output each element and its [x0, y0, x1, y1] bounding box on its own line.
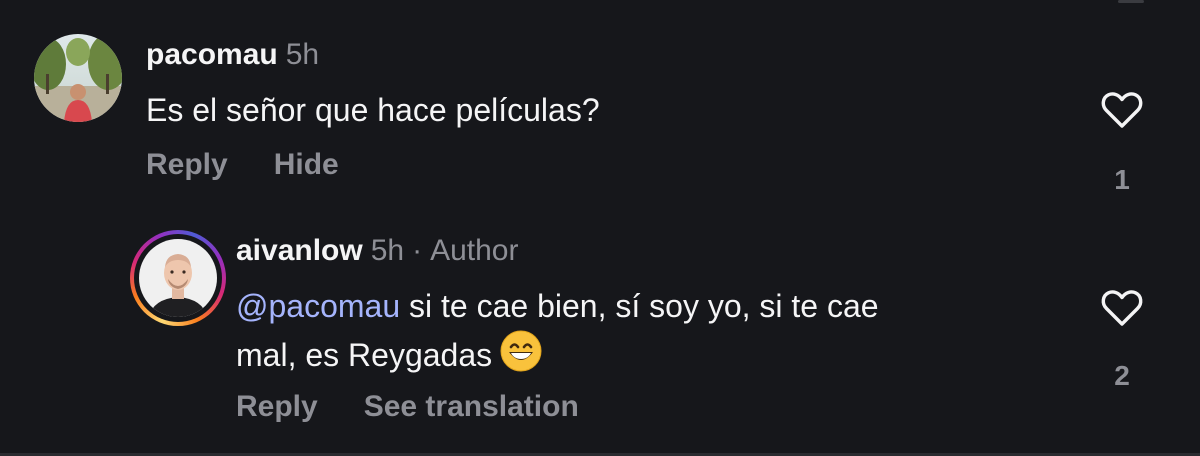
avatar[interactable] [139, 239, 217, 317]
grinning-face-emoji-icon [500, 330, 542, 385]
username-text[interactable]: aivanlow [236, 234, 363, 267]
reply-text-line: mal, es Reygadas [236, 330, 879, 385]
reply-button[interactable]: Reply [236, 390, 318, 424]
like-count: 2 [1114, 360, 1130, 391]
comment-actions: Reply Hide [146, 148, 385, 182]
avatar-photo [139, 239, 217, 317]
reply-text-part: si te cae bien, sí soy yo, si te cae [400, 288, 879, 324]
heart-icon [1101, 92, 1143, 128]
comment-timestamp: 5h [285, 38, 320, 71]
see-translation-button[interactable]: See translation [364, 390, 579, 424]
reply-username[interactable]: aivanlow 5h · Author [236, 234, 518, 268]
comment-item: pacomau 5h Es el señor que hace películas… [0, 0, 1200, 200]
like-button[interactable] [1100, 90, 1144, 130]
heart-icon [1101, 290, 1143, 326]
avatar[interactable] [34, 34, 122, 122]
reply-actions: Reply See translation [236, 390, 625, 424]
meta-separator: · [412, 234, 423, 267]
mention-link[interactable]: @pacomau [236, 288, 400, 324]
username-text[interactable]: pacomau [146, 38, 278, 71]
reply-text: @pacomau si te cae bien, sí soy yo, si t… [236, 282, 879, 385]
reply-item: aivanlow 5h · Author @pacomau si te cae bie… [0, 200, 1200, 456]
story-ring[interactable] [130, 230, 226, 326]
like-button[interactable] [1100, 288, 1144, 328]
author-badge: Author [430, 234, 519, 267]
reply-text-line: @pacomau si te cae bien, sí soy yo, si t… [236, 282, 879, 330]
avatar-photo [34, 34, 122, 122]
comment-text: Es el señor que hace películas? [146, 92, 600, 128]
like-count: 1 [1114, 164, 1130, 195]
reply-timestamp: 5h [370, 234, 405, 267]
comment-username[interactable]: pacomau 5h [146, 38, 319, 72]
reply-text-part: mal, es Reygadas [236, 337, 493, 373]
hide-button[interactable]: Hide [274, 148, 339, 182]
reply-button[interactable]: Reply [146, 148, 228, 182]
